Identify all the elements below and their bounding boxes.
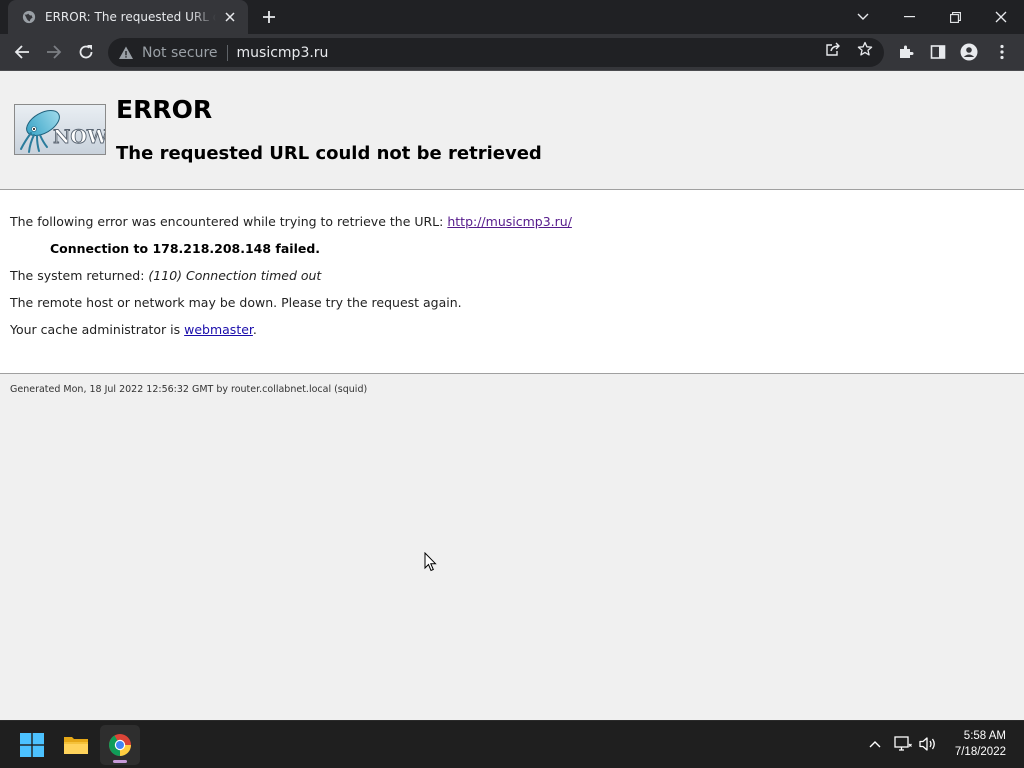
squid-logo: NOW <box>14 104 106 155</box>
windows-taskbar: 5:58 AM 7/18/2022 <box>0 720 1024 768</box>
cache-admin-line: Your cache administrator is webmaster. <box>10 322 257 337</box>
system-clock[interactable]: 5:58 AM 7/18/2022 <box>955 728 1006 760</box>
file-explorer-button[interactable] <box>56 725 96 765</box>
webmaster-link[interactable]: webmaster <box>184 322 253 337</box>
tab-search-icon[interactable] <box>840 0 886 34</box>
system-error-code: (110) Connection timed out <box>148 268 322 283</box>
volume-icon[interactable] <box>917 733 939 755</box>
close-tab-icon[interactable] <box>222 9 238 25</box>
page-subtitle: The requested URL could not be retrieved <box>116 143 542 164</box>
menu-icon[interactable] <box>992 42 1012 62</box>
share-icon[interactable] <box>824 40 842 58</box>
windows-logo-icon <box>20 733 44 757</box>
address-bar[interactable]: Not secure musicmp3.ru <box>108 38 884 67</box>
close-window-icon[interactable] <box>978 0 1024 34</box>
mouse-cursor-icon <box>424 552 437 572</box>
page-title: ERROR <box>116 95 213 124</box>
start-button[interactable] <box>12 725 52 765</box>
omnibox-divider <box>226 44 228 61</box>
network-icon[interactable] <box>892 733 914 755</box>
globe-icon <box>22 10 36 24</box>
side-panel-icon[interactable] <box>928 42 948 62</box>
url-text[interactable]: musicmp3.ru <box>237 45 329 61</box>
error-body: The following error was encountered whil… <box>0 190 1024 374</box>
restore-icon[interactable] <box>932 0 978 34</box>
browser-tab[interactable]: ERROR: The requested URL could not be re… <box>8 0 248 34</box>
connection-failed-text: Connection to 178.218.208.148 failed. <box>50 241 321 256</box>
extensions-icon[interactable] <box>896 42 916 62</box>
clock-time: 5:58 AM <box>963 730 1006 742</box>
error-description-text: The following error was encountered whil… <box>10 214 448 229</box>
system-returned-label: The system returned: <box>10 268 149 283</box>
page-viewport: NOW ERROR The requested URL could not be… <box>0 71 1024 720</box>
folder-icon <box>64 737 88 754</box>
warning-icon[interactable] <box>118 45 134 61</box>
forward-icon[interactable] <box>40 38 68 66</box>
connection-failed-line: Connection to 178.218.208.148 failed. <box>50 241 320 256</box>
show-hidden-icons-chevron-icon[interactable] <box>864 733 886 755</box>
system-returned-line: The system returned: (110) Connection ti… <box>10 268 321 283</box>
active-app-indicator <box>113 760 127 763</box>
logo-text: NOW <box>53 126 106 148</box>
browser-toolbar: Not secure musicmp3.ru <box>0 34 1024 71</box>
back-icon[interactable] <box>8 38 36 66</box>
profile-icon[interactable] <box>959 42 979 62</box>
tab-strip: ERROR: The requested URL could not be re… <box>0 0 1024 34</box>
cache-admin-label: Your cache administrator is <box>10 322 185 337</box>
bookmark-star-icon[interactable] <box>856 40 874 58</box>
reload-icon[interactable] <box>72 38 100 66</box>
minimize-icon[interactable] <box>886 0 932 34</box>
security-label[interactable]: Not secure <box>142 45 218 61</box>
tab-title: ERROR: The requested URL could not be re… <box>45 10 216 24</box>
chrome-taskbar-button[interactable] <box>100 725 140 765</box>
new-tab-icon[interactable] <box>259 7 279 27</box>
cache-admin-period: . <box>252 322 257 337</box>
requested-url-link[interactable]: http://musicmp3.ru/ <box>447 214 572 229</box>
generated-footer: Generated Mon, 18 Jul 2022 12:56:32 GMT … <box>10 384 368 395</box>
error-description: The following error was encountered whil… <box>10 214 572 229</box>
remote-host-line: The remote host or network may be down. … <box>10 295 462 310</box>
clock-date: 7/18/2022 <box>954 746 1006 758</box>
error-header: NOW ERROR The requested URL could not be… <box>0 71 1024 190</box>
chrome-icon <box>109 734 131 756</box>
